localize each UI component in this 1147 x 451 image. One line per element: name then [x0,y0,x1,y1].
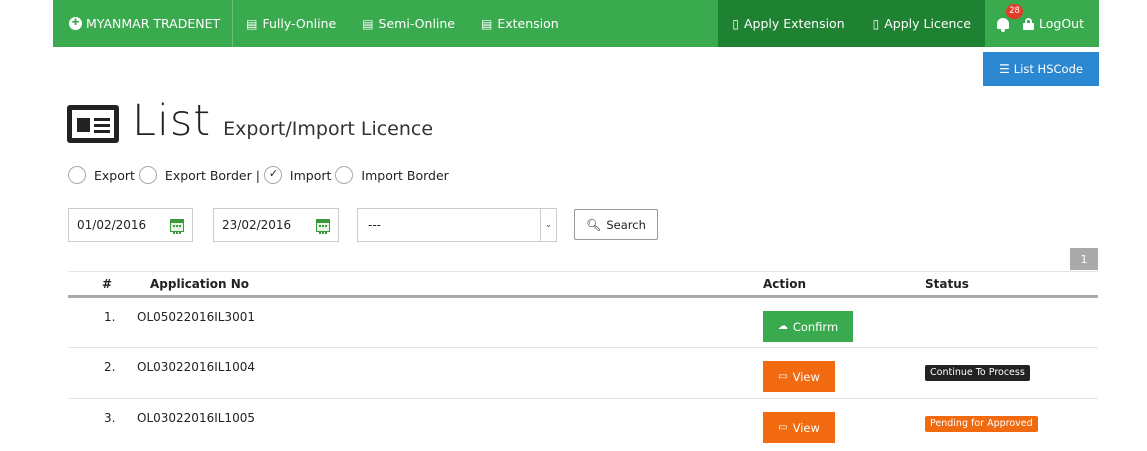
search-button[interactable]: 🔍︎ Search [574,209,658,240]
radio-import-border[interactable] [335,166,354,184]
nav-right: ▯ Apply Extension ▯ Apply Licence 28 Log… [718,0,1099,47]
brand-link[interactable]: ✚ MYANMAR TRADENET [53,0,234,47]
bell-icon [997,17,1009,32]
status-badge: Pending for Approved [925,416,1038,432]
radio-export-border-label: Export Border | [164,167,260,183]
row-number: 3. [104,411,116,425]
notifications-button[interactable]: 28 [985,0,1023,47]
lock-icon [1023,17,1034,30]
from-date-value: 01/02/2016 [77,218,147,232]
list-icon: ☰ [999,62,1010,76]
list-hscode-label: List HSCode [1013,62,1083,76]
header-status: Status [925,276,969,291]
page-title-sub: Export/Import Licence [223,118,434,140]
document-icon: ▤ [362,16,374,31]
to-date-input[interactable]: 23/02/2016 [213,208,339,242]
header-action: Action [763,276,807,291]
page-title-main: List [132,96,212,146]
search-icon: 🔍︎ [586,217,602,232]
radio-export-label: Export [94,167,135,183]
brand-label: MYANMAR TRADENET [86,16,221,31]
radio-import[interactable] [263,166,282,184]
file-icon: ▯ [872,16,880,31]
nav-extension[interactable]: ▤ Extension [468,0,572,47]
licence-table: # Application No Action Status 1. OL0502… [68,271,1098,451]
header-number: # [102,276,113,291]
calendar-icon[interactable] [316,218,330,234]
page-button-1[interactable]: 1 [1070,248,1098,270]
action-cell: ▭ View [763,348,925,392]
nav-semi-online-label: Semi-Online [378,16,455,31]
radio-import-border-label: Import Border [361,167,449,183]
radio-export[interactable] [68,166,86,184]
search-button-label: Search [606,217,646,232]
apply-extension-label: Apply Extension [744,16,845,31]
calendar-icon[interactable] [170,218,184,234]
nav-semi-online[interactable]: ▤ Semi-Online [349,0,468,47]
status-select[interactable]: --- ⌄ [357,208,557,242]
licence-type-radio-group: Export Export Border | Import Import Bor… [68,166,453,184]
view-button-label: View [792,420,820,435]
nav-fully-online-label: Fully-Online [262,16,337,31]
globe-icon: ✚ [69,17,82,30]
top-navbar: ✚ MYANMAR TRADENET ▤ Fully-Online ▤ Semi… [53,0,1099,47]
document-icon: ▤ [481,16,493,31]
radio-export-border[interactable] [138,166,157,184]
document-icon: ▤ [246,16,258,31]
apply-licence-link[interactable]: ▯ Apply Licence [859,0,985,47]
file-icon: ▯ [732,16,739,31]
row-number: 1. [104,310,116,324]
apply-extension-link[interactable]: ▯ Apply Extension [718,0,858,47]
status-cell [925,298,1098,314]
status-select-value: --- [368,218,381,232]
nav-left: ✚ MYANMAR TRADENET ▤ Fully-Online ▤ Semi… [53,0,572,47]
list-hscode-button[interactable]: ☰ List HSCode [983,52,1099,86]
from-date-input[interactable]: 01/02/2016 [68,208,193,242]
application-no: OL05022016IL3001 [137,310,255,324]
table-header: # Application No Action Status [68,271,1098,298]
status-cell: Continue To Process [925,348,1098,381]
view-button[interactable]: ▭ View [763,412,835,443]
view-button-label: View [792,369,820,384]
table-row: 2. OL03022016IL1004 ▭ View Continue To P… [68,348,1098,399]
view-button[interactable]: ▭ View [763,361,835,392]
apply-licence-label: Apply Licence [884,16,971,31]
radio-import-label: Import [289,167,332,183]
application-no: OL03022016IL1004 [137,360,255,374]
to-date-value: 23/02/2016 [222,218,292,232]
header-application-no: Application No [150,276,250,291]
cloud-upload-icon: ☁ [777,321,788,332]
eye-icon: ▭ [778,422,788,433]
newspaper-icon [67,104,119,143]
table-row: 3. OL03022016IL1005 ▭ View Pending for A… [68,399,1098,451]
chevron-down-icon: ⌄ [540,209,556,241]
row-number: 2. [104,360,116,374]
status-badge: Continue To Process [925,365,1030,381]
eye-icon: ▭ [778,371,788,382]
status-cell: Pending for Approved [925,399,1098,432]
nav-fully-online[interactable]: ▤ Fully-Online [233,0,349,47]
action-cell: ▭ View [763,399,925,443]
logout-link[interactable]: LogOut [1017,0,1099,47]
logout-label: LogOut [1039,16,1084,31]
notification-badge: 28 [1006,4,1023,19]
page-title: List Export/Import Licence [67,100,433,143]
nav-extension-label: Extension [497,16,559,31]
action-cell: ☁ Confirm [763,298,925,342]
confirm-button[interactable]: ☁ Confirm [763,311,853,342]
confirm-button-label: Confirm [792,319,839,334]
application-no: OL03022016IL1005 [137,411,255,425]
table-row: 1. OL05022016IL3001 ☁ Confirm [68,298,1098,348]
